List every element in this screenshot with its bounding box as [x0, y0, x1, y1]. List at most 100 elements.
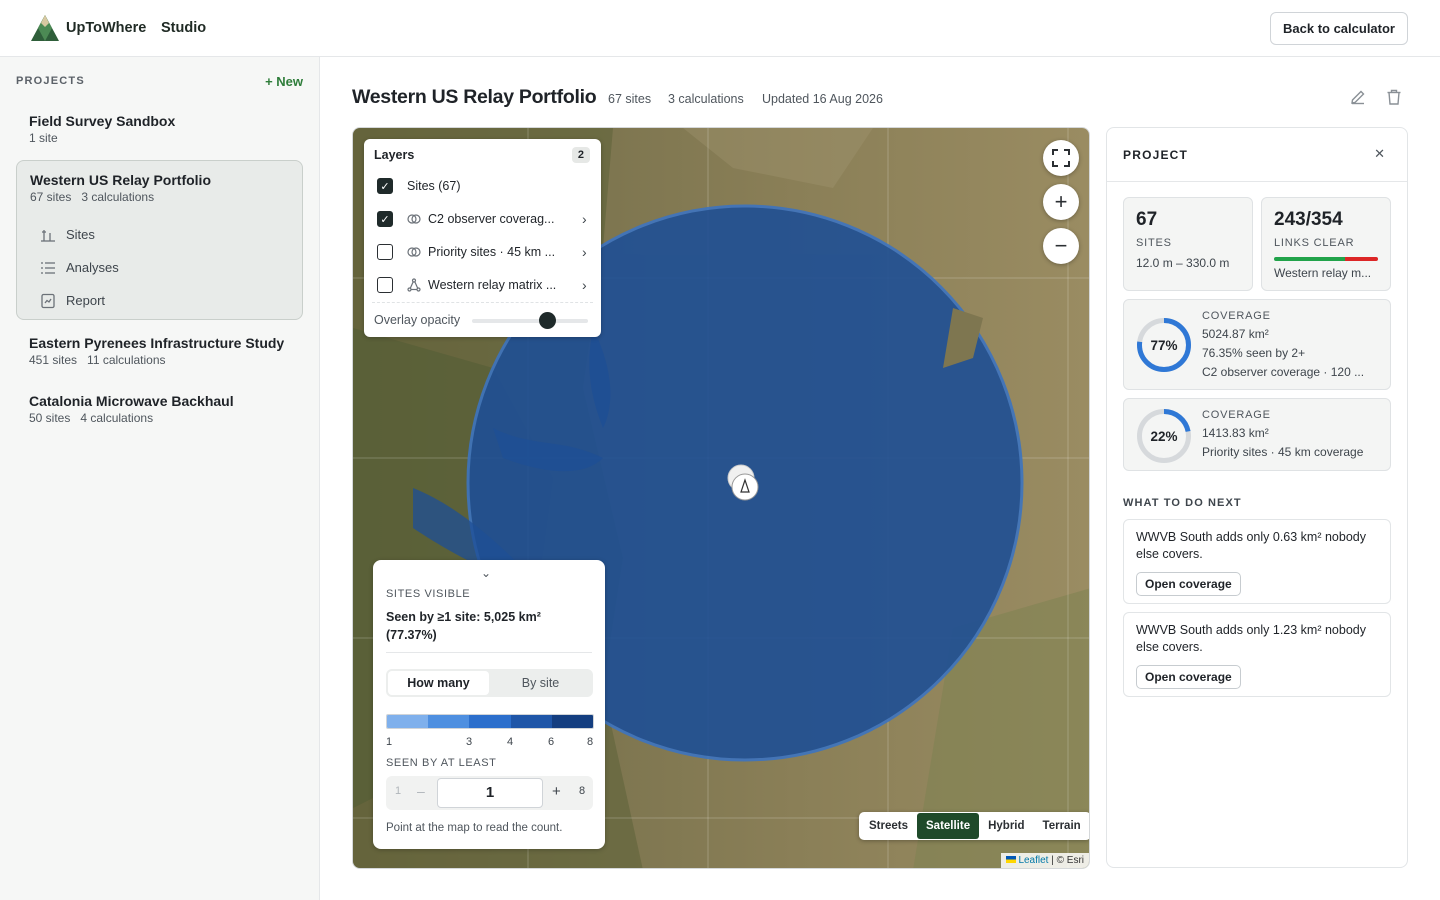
basemap-hybrid[interactable]: Hybrid [979, 813, 1033, 839]
coverage-caption: COVERAGE [1202, 310, 1271, 322]
decrement-button[interactable]: – [417, 783, 425, 799]
panel-divider [1107, 181, 1407, 182]
basemap-switcher: Streets Satellite Hybrid Terrain [859, 812, 1089, 840]
coverage-overlap: 76.35% seen by 2+ [1202, 346, 1306, 360]
project-item-catalonia[interactable]: Catalonia Microwave Backhaul 50 sites 4 c… [16, 393, 303, 425]
layer-priority-sites[interactable]: Priority sites · 45 km ... › [377, 243, 592, 261]
ramp-tick: 1 [386, 736, 393, 748]
basemap-terrain[interactable]: Terrain [1034, 813, 1089, 839]
subnav-label: Analyses [66, 260, 119, 275]
overlay-opacity-slider[interactable] [472, 319, 588, 323]
trash-icon[interactable] [1385, 88, 1403, 106]
open-coverage-button[interactable]: Open coverage [1136, 572, 1241, 596]
tab-how-many[interactable]: How many [388, 671, 489, 695]
close-icon[interactable]: ✕ [1374, 146, 1385, 162]
coverage-card-c2[interactable]: 77% COVERAGE 5024.87 km² 76.35% seen by … [1123, 299, 1391, 390]
ramp-swatch [387, 715, 429, 728]
checkbox-checked-icon[interactable]: ✓ [377, 178, 393, 194]
map-attribution: Leaflet | © Esri [1000, 853, 1089, 868]
sites-caption: SITES [1136, 237, 1172, 249]
zoom-out-button[interactable]: − [1043, 228, 1079, 264]
project-panel: PROJECT ✕ 67 SITES 12.0 m – 330.0 m 243/… [1106, 127, 1408, 868]
coverage-name: Priority sites · 45 km coverage [1202, 445, 1364, 459]
back-to-calculator-button[interactable]: Back to calculator [1270, 12, 1408, 45]
header-calculations-count: 3 calculations [668, 92, 744, 106]
overlay-opacity-thumb[interactable] [539, 312, 556, 329]
next-step-text: WWVB South adds only 0.63 km² nobody els… [1136, 530, 1366, 561]
brand-name[interactable]: UpToWhere [66, 20, 146, 36]
increment-button[interactable]: + [552, 783, 561, 800]
project-item-western-us[interactable]: Western US Relay Portfolio 67 sites 3 cal… [16, 160, 303, 320]
subnav-report[interactable]: Report [30, 284, 289, 317]
coverage-percent: 77% [1150, 337, 1178, 353]
sites-icon [41, 229, 55, 242]
collapse-chevron-icon[interactable]: ⌄ [481, 566, 491, 580]
ramp-tick: 3 [466, 736, 473, 748]
layer-c2-observer-coverage[interactable]: ✓ C2 observer coverag... › [377, 210, 592, 228]
coverage-percent: 22% [1150, 428, 1178, 444]
layers-count-badge: 2 [571, 147, 590, 163]
new-project-button[interactable]: + New [265, 74, 303, 89]
mountain-logo-icon [31, 15, 59, 41]
basemap-satellite[interactable]: Satellite [917, 813, 980, 839]
checkbox-checked-icon[interactable]: ✓ [377, 211, 393, 227]
seen-by-at-least-label: SEEN BY AT LEAST [386, 757, 497, 769]
basemap-streets[interactable]: Streets [860, 813, 917, 839]
project-name: Catalonia Microwave Backhaul [29, 393, 234, 409]
coverage-area: 1413.83 km² [1202, 426, 1269, 440]
checkbox-unchecked-icon[interactable] [377, 244, 393, 260]
chevron-right-icon[interactable]: › [582, 277, 592, 293]
project-item-field-survey[interactable]: Field Survey Sandbox 1 site [16, 113, 303, 145]
legend-hint: Point at the map to read the count. [386, 822, 563, 834]
view-mode-toggle: How many By site [386, 669, 593, 697]
subnav-label: Report [66, 293, 106, 308]
coverage-caption: COVERAGE [1202, 409, 1271, 421]
chevron-right-icon[interactable]: › [582, 244, 592, 260]
projects-heading: PROJECTS [16, 75, 85, 87]
seen-by-summary: Seen by ≥1 site: 5,025 km² (77.37%) [386, 610, 541, 642]
layer-label: Sites (67) [407, 179, 461, 193]
project-name: Field Survey Sandbox [29, 113, 176, 129]
ukraine-flag-icon [1005, 856, 1016, 863]
coverage-icon [407, 214, 421, 224]
subnav-sites[interactable]: Sites [30, 218, 289, 251]
fullscreen-icon [1052, 149, 1070, 167]
edit-icon[interactable] [1349, 88, 1367, 106]
sidebar: PROJECTS + New Field Survey Sandbox 1 si… [0, 57, 320, 900]
attribution-text: | © Esri [1051, 855, 1084, 866]
project-item-eastern-pyrenees[interactable]: Eastern Pyrenees Infrastructure Study 45… [16, 335, 303, 367]
fullscreen-button[interactable] [1043, 140, 1079, 176]
sites-height-range: 12.0 m – 330.0 m [1136, 256, 1230, 270]
tab-by-site[interactable]: By site [490, 671, 591, 695]
overlay-opacity-label: Overlay opacity [374, 313, 461, 327]
next-step-text: WWVB South adds only 1.23 km² nobody els… [1136, 623, 1366, 654]
stepper-min: 1 [395, 785, 402, 797]
checkbox-unchecked-icon[interactable] [377, 277, 393, 293]
studio-label[interactable]: Studio [161, 20, 206, 36]
zoom-in-button[interactable]: + [1043, 184, 1079, 220]
chevron-right-icon[interactable]: › [582, 211, 592, 227]
coverage-name: C2 observer coverage · 120 ... [1202, 365, 1365, 379]
layers-title: Layers [374, 148, 415, 162]
coverage-card-priority[interactable]: 22% COVERAGE 1413.83 km² Priority sites … [1123, 398, 1391, 471]
report-icon [41, 293, 55, 308]
links-stat-card[interactable]: 243/354 LINKS CLEAR Western relay m... [1261, 197, 1391, 291]
color-ramp [386, 714, 594, 729]
ramp-swatch [469, 715, 511, 728]
map-view[interactable]: Layers 2 ✓ Sites (67) ✓ C2 observer cove… [352, 127, 1090, 869]
coverage-icon [407, 247, 421, 257]
leaflet-link[interactable]: Leaflet [1018, 855, 1048, 866]
coverage-area: 5024.87 km² [1202, 327, 1269, 341]
open-coverage-button[interactable]: Open coverage [1136, 665, 1241, 689]
next-step-card: WWVB South adds only 1.23 km² nobody els… [1123, 612, 1391, 697]
seen-by-value-input[interactable]: 1 [437, 778, 543, 808]
subnav-analyses[interactable]: Analyses [30, 251, 289, 284]
layer-western-relay-matrix[interactable]: Western relay matrix ... › [377, 276, 592, 294]
project-meta: 67 sites 3 calculations [30, 190, 155, 204]
layer-sites[interactable]: ✓ Sites (67) [377, 177, 592, 195]
next-step-card: WWVB South adds only 0.63 km² nobody els… [1123, 519, 1391, 604]
ramp-swatch [551, 715, 593, 728]
links-caption: LINKS CLEAR [1274, 237, 1355, 249]
layer-label: Western relay matrix ... [428, 278, 557, 292]
legend-divider [386, 652, 592, 653]
